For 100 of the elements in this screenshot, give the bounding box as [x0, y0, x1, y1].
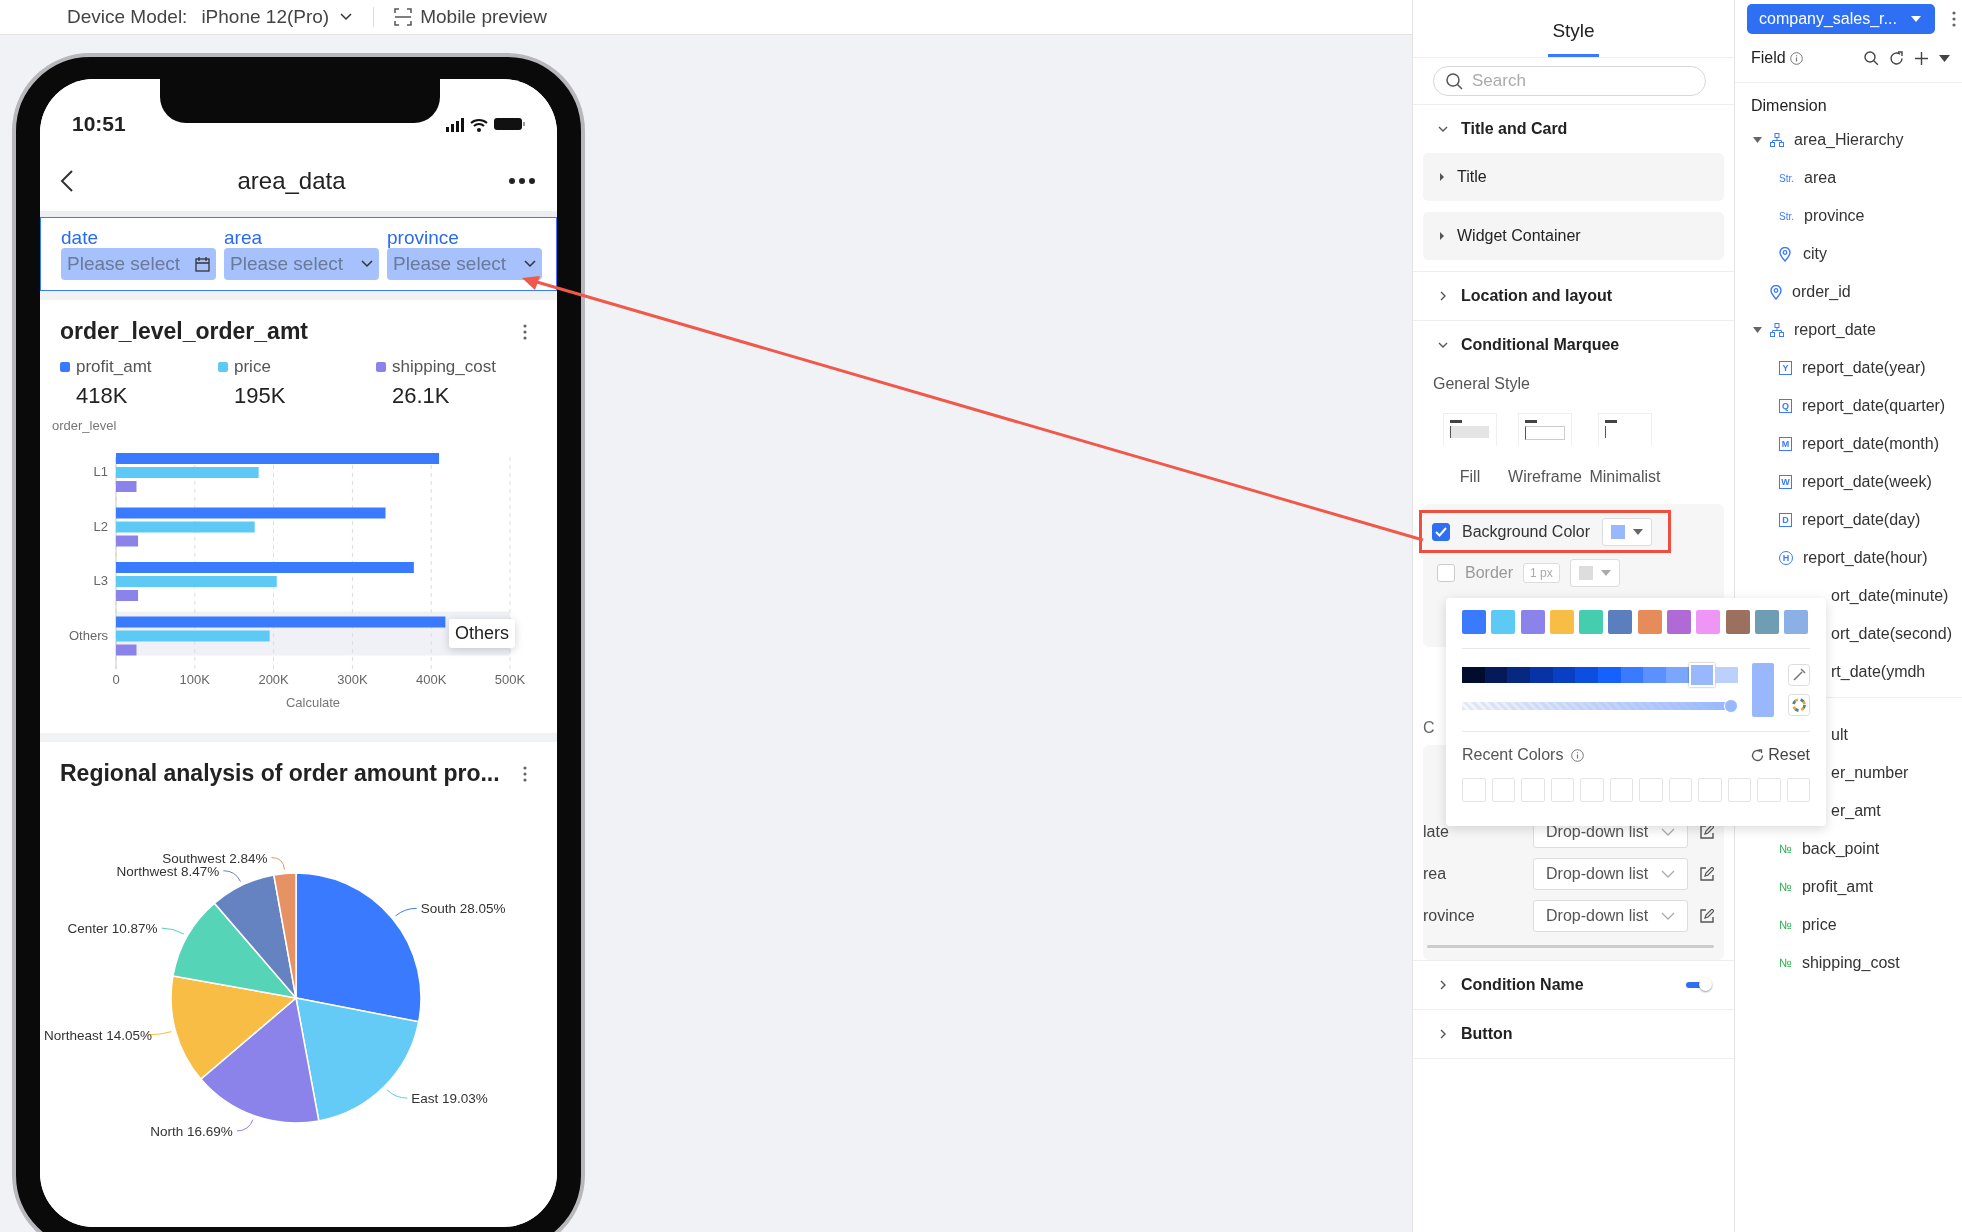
empty-color-slot[interactable]	[1550, 778, 1574, 802]
color-swatch[interactable]	[1549, 610, 1574, 634]
more-icon[interactable]	[509, 178, 535, 184]
empty-color-slot[interactable]	[1727, 778, 1751, 802]
scrollbar[interactable]	[1427, 945, 1714, 948]
category-label: L2	[93, 518, 108, 534]
checkbox[interactable]	[1437, 564, 1455, 582]
color-swatch[interactable]	[1608, 610, 1633, 634]
category-label: Others	[69, 627, 108, 643]
empty-color-slot[interactable]	[1668, 778, 1692, 802]
empty-color-slot[interactable]	[1757, 778, 1781, 802]
shade-swatch[interactable]	[1552, 667, 1576, 683]
field-item[interactable]: № back_point	[1735, 830, 1962, 868]
filter-name: rea	[1423, 865, 1448, 883]
color-swatch[interactable]	[1579, 610, 1604, 634]
date-type-badge: M	[1779, 437, 1792, 451]
option-label: C	[1423, 719, 1435, 737]
caret-down-icon[interactable]	[1939, 54, 1950, 62]
shade-swatch[interactable]	[1598, 667, 1621, 683]
color-swatch[interactable]	[1520, 610, 1545, 634]
empty-color-slot[interactable]	[1639, 778, 1663, 802]
search-icon[interactable]	[1864, 50, 1879, 66]
field-item[interactable]: № price	[1735, 906, 1962, 944]
color-swatch[interactable]	[1784, 610, 1809, 634]
field-item[interactable]: Str. province	[1735, 197, 1962, 235]
empty-color-slot[interactable]	[1521, 778, 1545, 802]
subsection-item[interactable]: Widget Container	[1423, 212, 1724, 260]
color-picker-button[interactable]	[1602, 517, 1653, 546]
field-item[interactable]: Str. area	[1735, 159, 1962, 197]
more-vertical-icon[interactable]	[523, 323, 527, 340]
shade-swatch[interactable]	[1643, 667, 1667, 683]
shade-swatch[interactable]	[1575, 667, 1599, 683]
edit-icon[interactable]	[1700, 825, 1714, 839]
color-picker-button[interactable]	[1569, 559, 1620, 587]
field-item[interactable]: H report_date(hour)	[1735, 539, 1962, 577]
empty-color-slot[interactable]	[1491, 778, 1515, 802]
field-item[interactable]: № shipping_cost	[1735, 944, 1962, 982]
style-thumbnail[interactable]	[1518, 413, 1572, 446]
field-item[interactable]: Q report_date(quarter)	[1735, 387, 1962, 425]
color-swatch[interactable]	[1637, 610, 1662, 634]
section-header[interactable]: Location and layout	[1423, 272, 1613, 320]
edit-icon[interactable]	[1700, 867, 1714, 881]
slice-label: Northeast 14.05%	[44, 1027, 153, 1043]
field-item[interactable]: order_id	[1735, 273, 1962, 311]
field-item[interactable]: Y report_date(year)	[1735, 349, 1962, 387]
shade-swatch[interactable]	[1688, 663, 1716, 687]
reset-button[interactable]: Reset	[1751, 746, 1810, 764]
section-header[interactable]: Conditional Marquee	[1423, 321, 1620, 369]
checkbox[interactable]	[1432, 522, 1450, 541]
empty-color-slot[interactable]	[1786, 778, 1810, 802]
shade-swatch[interactable]	[1715, 667, 1739, 683]
empty-color-slot[interactable]	[1462, 778, 1486, 802]
field-item[interactable]: D report_date(day)	[1735, 501, 1962, 539]
color-swatch[interactable]	[1491, 610, 1516, 634]
color-swatch[interactable]	[1462, 610, 1486, 634]
more-vertical-icon[interactable]	[523, 765, 527, 782]
eyedropper-icon[interactable]	[1788, 664, 1810, 686]
subsection-item[interactable]: Title	[1423, 153, 1724, 201]
field-item[interactable]: city	[1735, 235, 1962, 273]
location-pin-icon	[1770, 284, 1782, 300]
color-swatch[interactable]	[1725, 610, 1750, 634]
color-wheel-icon[interactable]	[1788, 694, 1810, 716]
device-select[interactable]: iPhone 12(Pro)	[201, 6, 354, 28]
plus-icon[interactable]	[1914, 50, 1929, 66]
style-thumbnail[interactable]	[1598, 413, 1652, 446]
dataset-select[interactable]: company_sales_r...	[1747, 4, 1935, 34]
refresh-icon[interactable]	[1889, 50, 1904, 66]
dropdown[interactable]: Drop-down list	[1533, 900, 1688, 932]
edit-icon[interactable]	[1700, 909, 1714, 923]
empty-color-slot[interactable]	[1609, 778, 1633, 802]
field-item[interactable]: ort_date(minute)	[1735, 577, 1962, 615]
shade-swatch[interactable]	[1507, 667, 1530, 683]
color-swatch[interactable]	[1754, 610, 1779, 634]
search-field[interactable]: Search	[1433, 66, 1706, 96]
empty-color-slot[interactable]	[1698, 778, 1722, 802]
field-item[interactable]: № profit_amt	[1735, 868, 1962, 906]
caret-right-icon	[1439, 231, 1445, 241]
color-swatch[interactable]	[1667, 610, 1692, 634]
more-vertical-icon[interactable]	[1952, 11, 1956, 27]
field-item[interactable]: W report_date(week)	[1735, 463, 1962, 501]
section-header[interactable]: Title and Card	[1423, 105, 1568, 153]
section-header[interactable]: Condition Name	[1423, 961, 1584, 1009]
shade-swatch[interactable]	[1484, 667, 1508, 683]
opacity-slider[interactable]	[1462, 699, 1738, 713]
field-item[interactable]: M report_date(month)	[1735, 425, 1962, 463]
shade-swatch[interactable]	[1462, 667, 1485, 683]
dropdown[interactable]: Drop-down list	[1533, 858, 1688, 890]
filter-name: rovince	[1423, 907, 1476, 925]
shade-swatch[interactable]	[1666, 667, 1689, 683]
field-item[interactable]: report_date	[1735, 311, 1962, 349]
section-header[interactable]: Button	[1423, 1010, 1513, 1058]
color-swatch[interactable]	[1696, 610, 1721, 634]
style-tab[interactable]: Style	[1548, 20, 1599, 57]
empty-color-slot[interactable]	[1580, 778, 1604, 802]
field-item[interactable]: area_Hierarchy	[1735, 121, 1962, 159]
style-label: Wireframe	[1508, 468, 1582, 486]
shade-swatch[interactable]	[1530, 667, 1553, 683]
back-icon[interactable]	[60, 169, 74, 193]
style-thumbnail[interactable]	[1443, 413, 1497, 446]
shade-swatch[interactable]	[1620, 667, 1644, 683]
